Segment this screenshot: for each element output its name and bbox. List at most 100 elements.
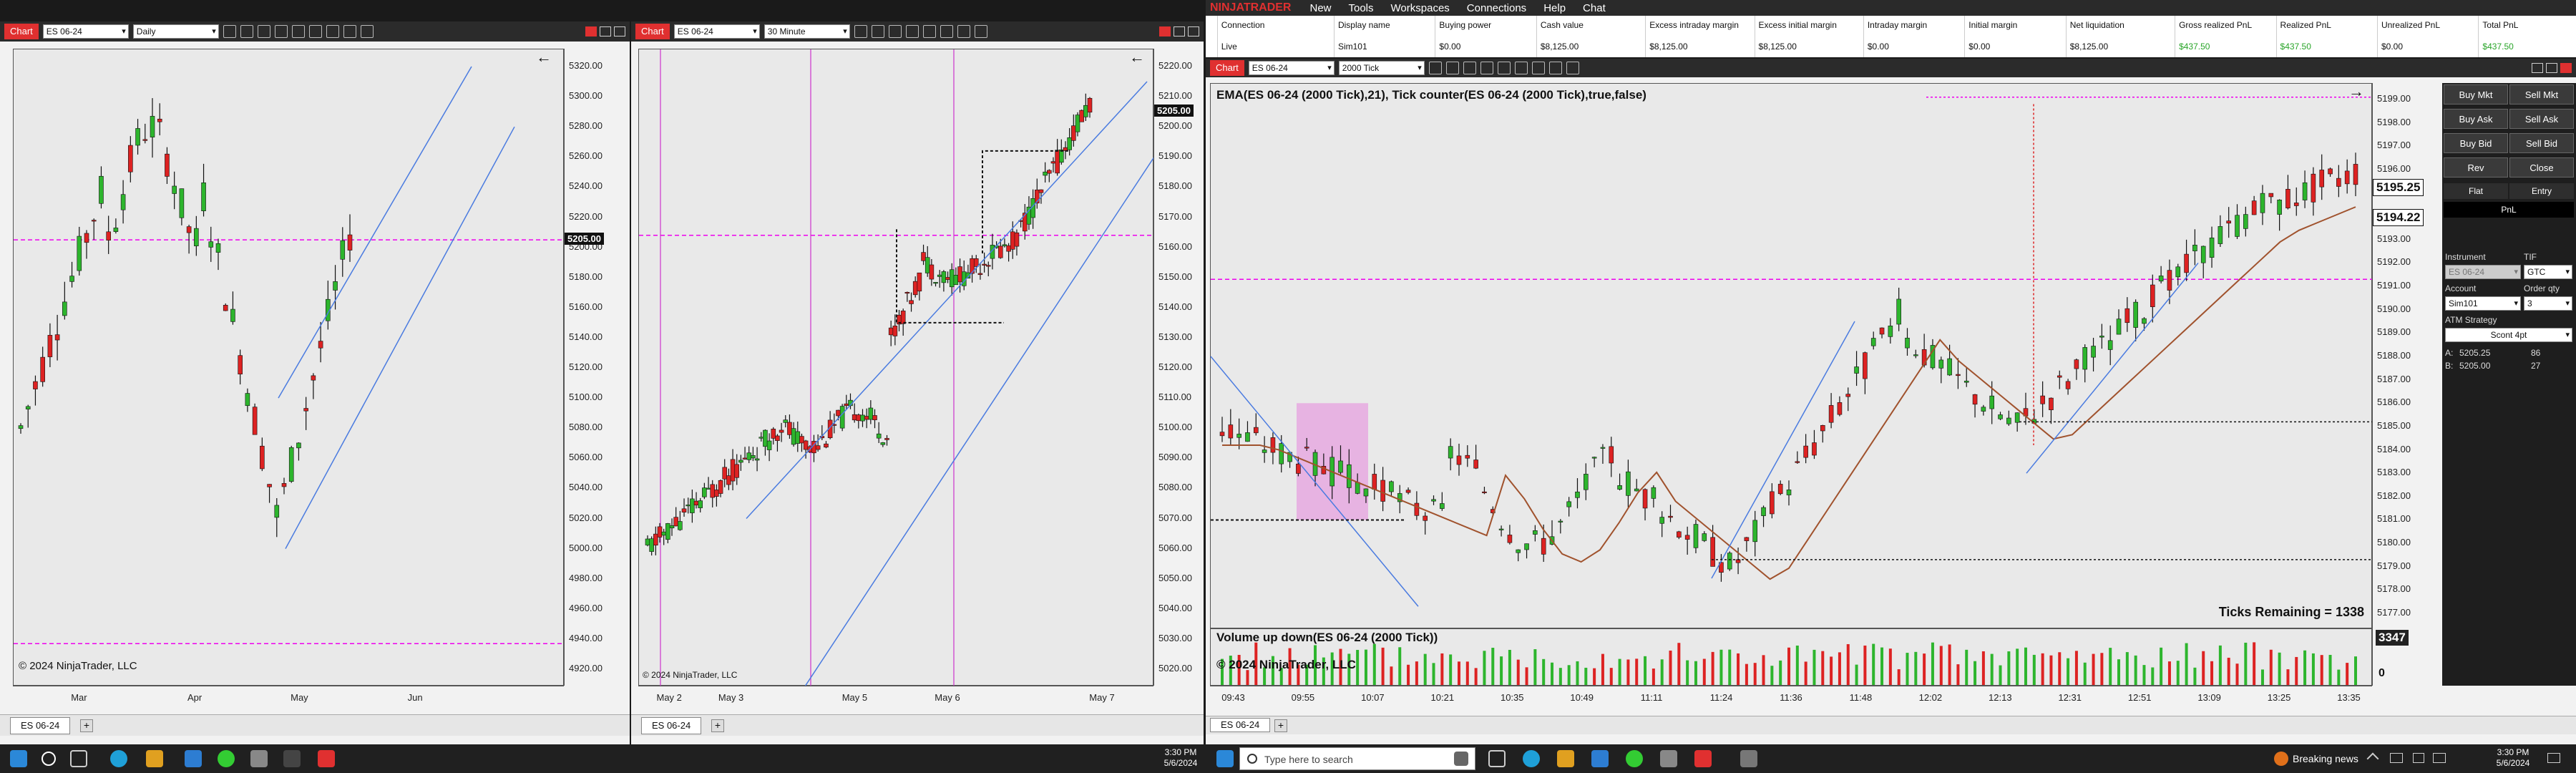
column-header[interactable]: Buying power [1439, 20, 1491, 30]
edge-icon[interactable] [110, 750, 127, 767]
menu-tools[interactable]: Tools [1349, 2, 1374, 14]
column-header[interactable]: Excess intraday margin [1649, 20, 1739, 30]
indicators-icon[interactable] [957, 25, 970, 38]
arrow-right-icon[interactable]: → [2348, 82, 2364, 100]
chrome-icon[interactable] [218, 750, 235, 767]
maximize-icon[interactable] [1188, 26, 1199, 37]
search-highlight-icon[interactable] [1454, 752, 1468, 766]
period-selector[interactable]: 2000 Tick [1338, 61, 1425, 75]
zoom-in-icon[interactable] [257, 25, 270, 38]
column-header[interactable]: Net liquidation [2070, 20, 2124, 30]
column-header[interactable]: Gross realized PnL [2179, 20, 2252, 30]
windows-start-icon[interactable] [1216, 750, 1234, 767]
zoom-in-icon[interactable] [888, 25, 902, 38]
column-header[interactable]: Display name [1338, 20, 1390, 30]
keyboard-icon[interactable] [2433, 753, 2446, 763]
close-icon[interactable] [2560, 63, 2572, 73]
reverse-button[interactable]: Rev [2444, 157, 2508, 178]
price-axis[interactable]: 5220.00 5210.00 5200.00 5190.00 5180.00 5170.… [1153, 49, 1201, 686]
crosshair-icon[interactable] [1445, 62, 1459, 74]
zoom-out-icon[interactable] [1480, 62, 1493, 74]
clock[interactable]: 3:30 PM 5/6/2024 [2490, 747, 2536, 769]
crosshair-icon[interactable] [871, 25, 884, 38]
column-header[interactable]: Cash value [1541, 20, 1584, 30]
volume-axis[interactable]: 3347 0 [2372, 628, 2441, 686]
strategies-icon[interactable] [1548, 62, 1562, 74]
properties-icon[interactable] [1566, 62, 1579, 74]
menu-new[interactable]: New [1309, 2, 1331, 14]
sell-market-button[interactable]: Sell Mkt [2509, 84, 2574, 104]
template-icon[interactable] [940, 25, 953, 38]
column-header[interactable]: Unrealized PnL [2381, 20, 2440, 30]
add-tab-button[interactable]: + [1274, 719, 1287, 732]
column-header[interactable]: Total PnL [2482, 20, 2518, 30]
chart-tab[interactable]: ES 06-24 [641, 717, 702, 734]
order-qty-input[interactable]: 3 [2524, 296, 2572, 311]
task-view-icon[interactable] [70, 750, 87, 767]
instrument-selector[interactable]: ES 06-24 [673, 24, 760, 39]
menu-help[interactable]: Help [1543, 2, 1566, 14]
bar-type-icon[interactable] [1428, 62, 1442, 74]
column-header[interactable]: Intraday margin [1868, 20, 1927, 30]
clock[interactable]: 3:30 PM 5/6/2024 [1159, 747, 1202, 769]
draw-tool-icon[interactable] [291, 25, 305, 38]
tif-select[interactable]: GTC [2524, 265, 2572, 279]
time-axis[interactable]: Mar Apr May Jun [13, 686, 564, 711]
edge-icon[interactable] [1523, 750, 1540, 767]
instrument-selector[interactable]: ES 06-24 [42, 24, 129, 39]
menu-workspaces[interactable]: Workspaces [1391, 2, 1450, 14]
time-axis[interactable]: 09:43 09:55 10:07 10:21 10:35 10:49 11:11 11:24… [1210, 686, 2372, 711]
chart-tag[interactable]: Chart [635, 24, 670, 39]
task-view-icon[interactable] [1488, 750, 1506, 767]
arrow-left-icon[interactable]: ← [536, 48, 552, 66]
price-axis[interactable]: 5199.005198.005197.005196.005195.005194.… [2372, 83, 2441, 628]
instrument-selector[interactable]: ES 06-24 [1248, 61, 1335, 75]
price-axis[interactable]: 5320.00 5300.00 5280.00 5260.00 5240.00 5220.… [564, 49, 621, 686]
minimize-icon[interactable] [1174, 26, 1185, 37]
store-icon[interactable] [185, 750, 202, 767]
maximize-icon[interactable] [614, 26, 625, 37]
column-header[interactable]: Excess initial margin [1759, 20, 1837, 30]
strategies-icon[interactable] [343, 25, 356, 38]
indicators-icon[interactable] [326, 25, 339, 38]
buy-bid-button[interactable]: Buy Bid [2444, 133, 2508, 153]
account-select[interactable]: Sim101 [2445, 296, 2521, 311]
maximize-icon[interactable] [2546, 63, 2557, 73]
add-tab-button[interactable]: + [711, 719, 724, 732]
price-plot[interactable]: → EMA(ES 06-24 (2000 Tick),21), Tick cou… [1210, 82, 2373, 628]
properties-icon[interactable] [974, 25, 987, 38]
column-header[interactable]: Initial margin [1968, 20, 2017, 30]
store-icon[interactable] [1591, 750, 1609, 767]
app-icon[interactable] [1660, 750, 1677, 767]
template-icon[interactable] [308, 25, 322, 38]
menu-connections[interactable]: Connections [1467, 2, 1526, 14]
add-tab-button[interactable]: + [80, 719, 93, 732]
file-explorer-icon[interactable] [1557, 750, 1574, 767]
price-plot[interactable]: ← [13, 48, 565, 686]
instrument-select[interactable]: ES 06-24 [2445, 265, 2521, 279]
close-icon[interactable] [1159, 26, 1171, 37]
buy-ask-button[interactable]: Buy Ask [2444, 109, 2508, 129]
windows-start-icon[interactable] [10, 750, 27, 767]
price-plot[interactable]: ← [638, 48, 1155, 700]
atm-strategy-select[interactable]: Scont 4pt [2445, 328, 2572, 342]
file-explorer-icon[interactable] [146, 750, 163, 767]
draw-tool-icon[interactable] [1497, 62, 1511, 74]
buy-market-button[interactable]: Buy Mkt [2444, 84, 2508, 104]
zoom-out-icon[interactable] [905, 25, 919, 38]
minimize-icon[interactable] [600, 26, 611, 37]
menu-chat[interactable]: Chat [1583, 2, 1606, 14]
news-label[interactable]: Breaking news [2293, 753, 2358, 764]
template-icon[interactable] [1514, 62, 1528, 74]
column-header[interactable]: Connection [1221, 20, 1265, 30]
chart-tag[interactable]: Chart [1210, 60, 1244, 76]
network-icon[interactable] [2390, 753, 2403, 763]
chart-tab[interactable]: ES 06-24 [10, 717, 71, 734]
app-icon[interactable] [283, 750, 301, 767]
volume-icon[interactable] [2413, 753, 2424, 763]
period-selector[interactable]: Daily [132, 24, 219, 39]
chrome-icon[interactable] [1626, 750, 1643, 767]
period-selector[interactable]: 30 Minute [763, 24, 850, 39]
column-header[interactable]: Realized PnL [2280, 20, 2331, 30]
chart-tab[interactable]: ES 06-24 [1210, 718, 1271, 732]
